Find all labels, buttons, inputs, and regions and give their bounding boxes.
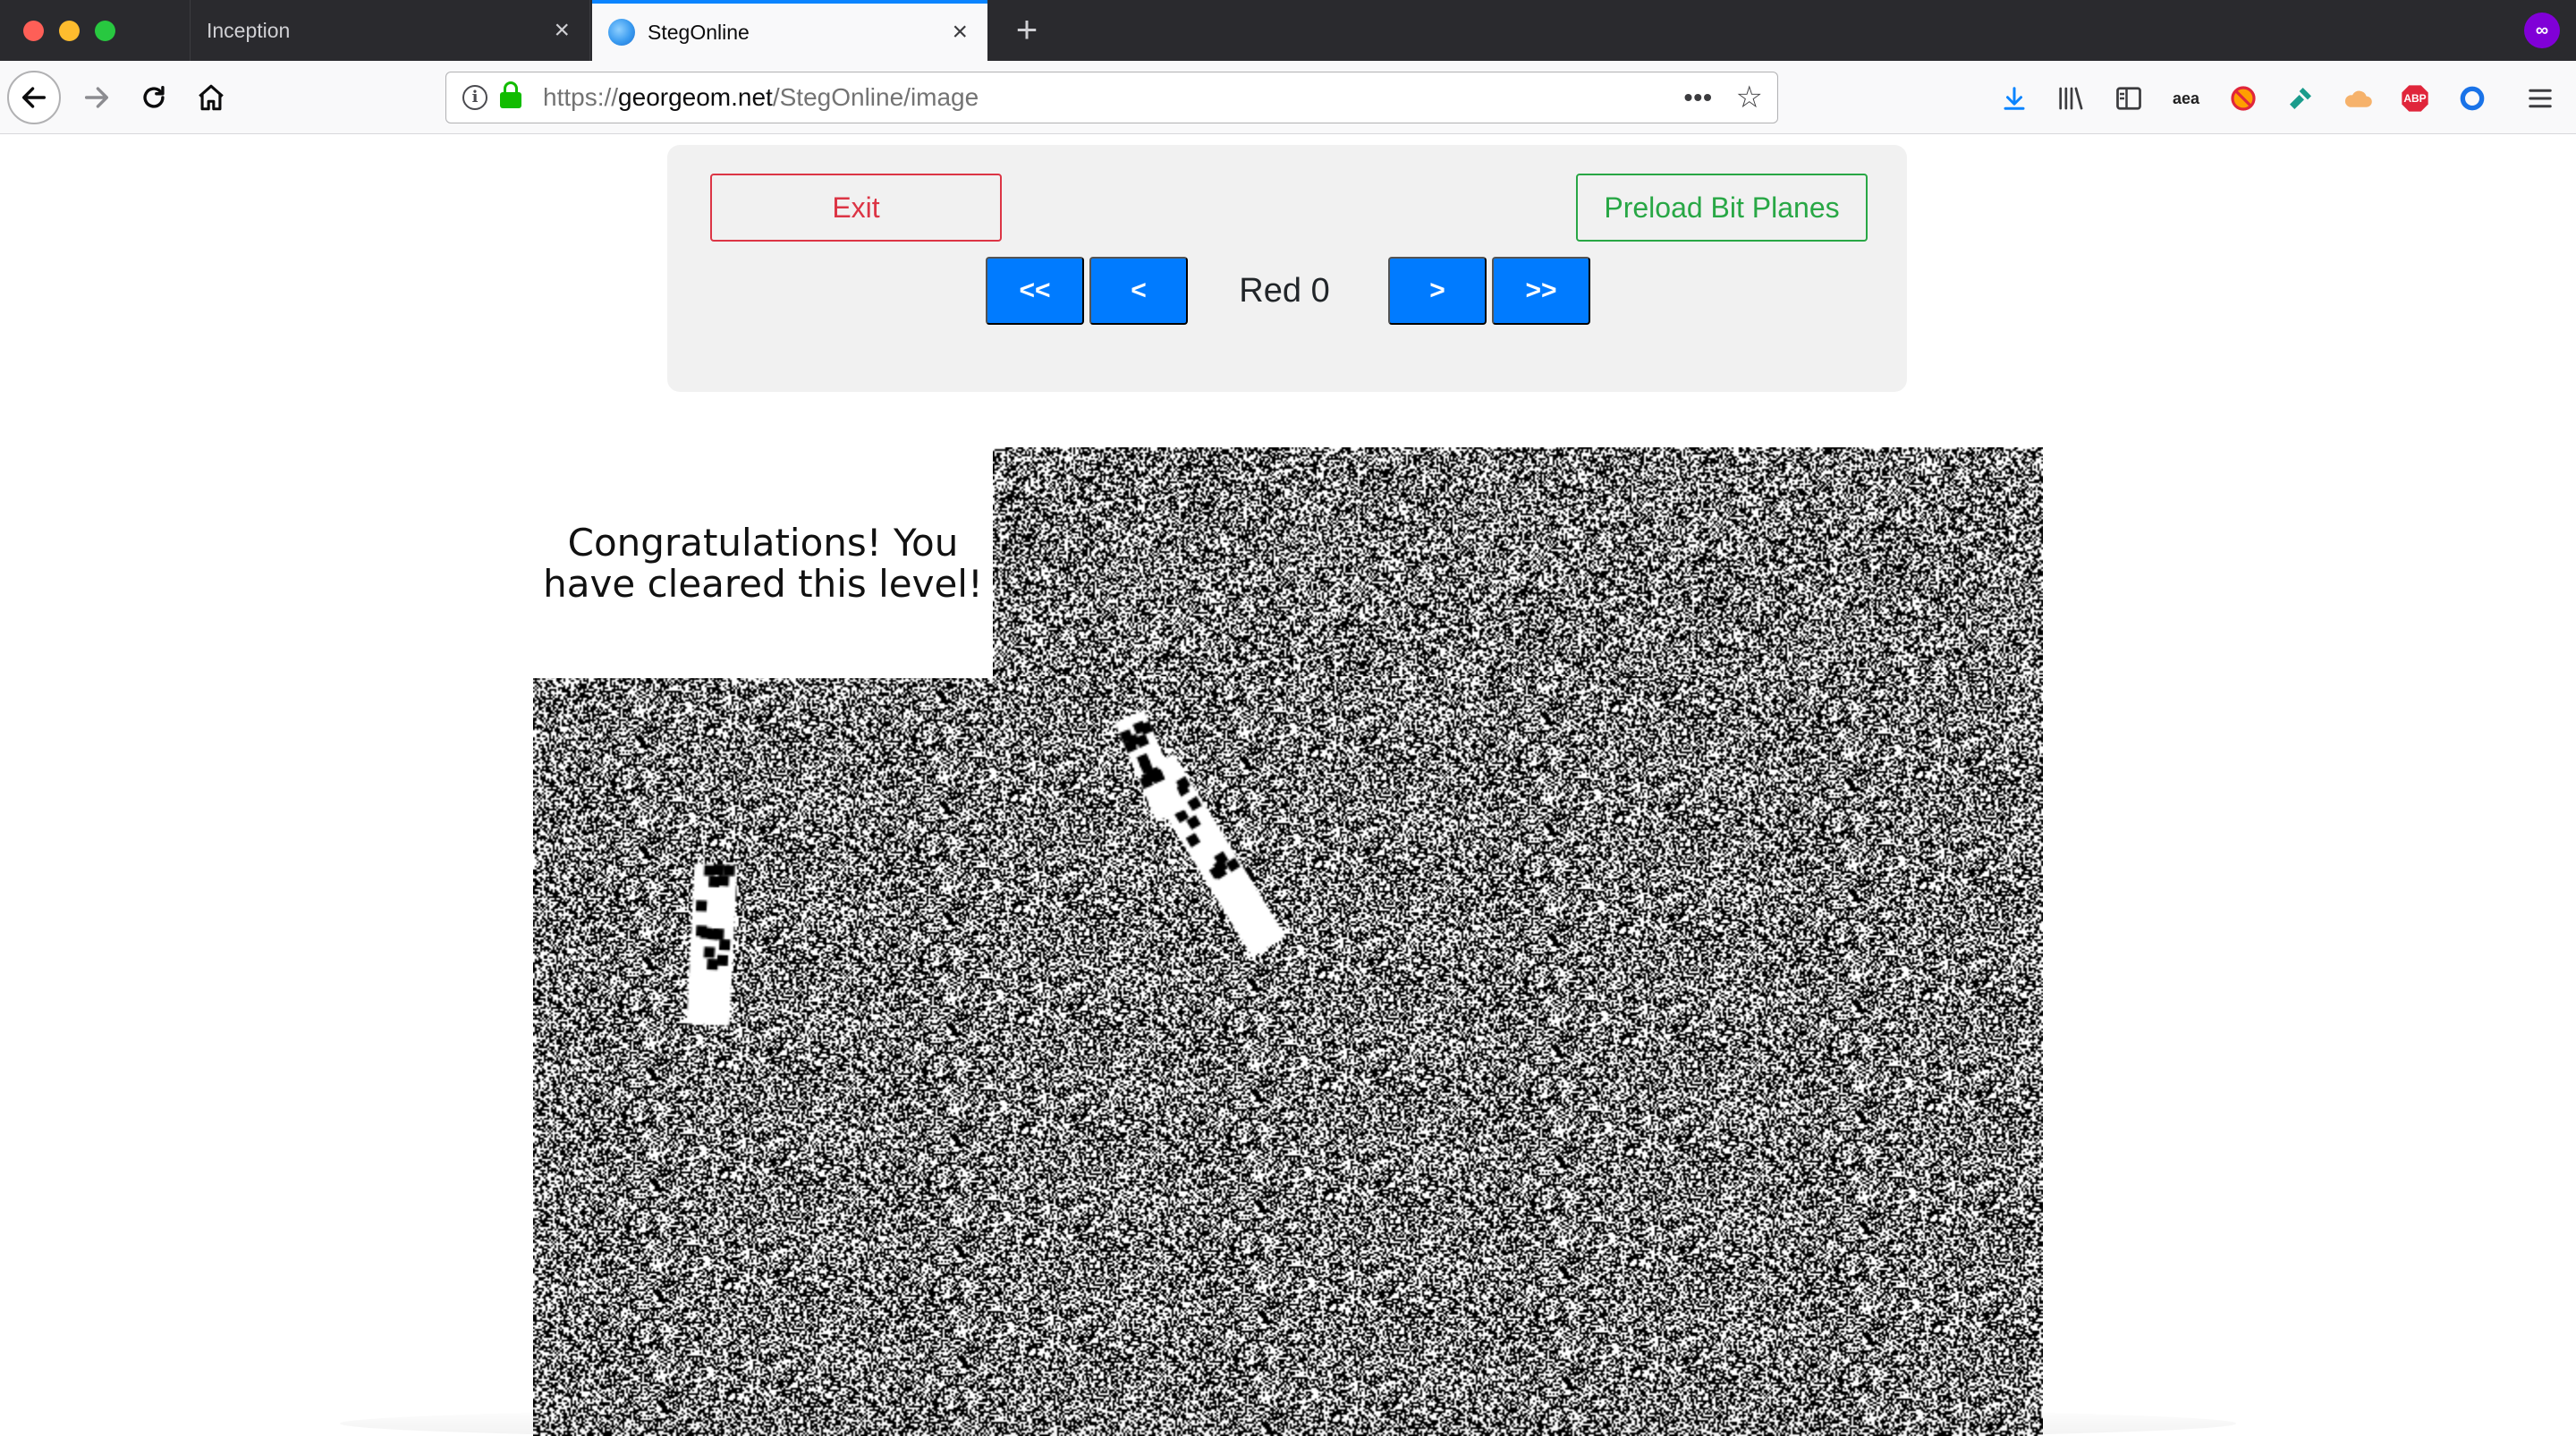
- zoom-window-button[interactable]: [95, 21, 115, 41]
- library-icon[interactable]: [2054, 81, 2089, 116]
- tab-inception[interactable]: Inception ×: [190, 0, 590, 61]
- control-panel: Exit Preload Bit Planes << < Red 0 > >>: [667, 145, 1907, 392]
- tab-title: Inception: [207, 18, 291, 42]
- hidden-message-line-2: have cleared this level!: [543, 562, 983, 606]
- hidden-message-area: Congratulations! You have cleared this l…: [533, 447, 993, 678]
- home-icon[interactable]: [184, 71, 238, 124]
- first-plane-button[interactable]: <<: [986, 257, 1084, 325]
- adblock-plus-icon[interactable]: ABP: [2397, 81, 2433, 116]
- bookmark-star-icon[interactable]: ☆: [1736, 80, 1763, 115]
- previous-plane-button[interactable]: <: [1089, 257, 1188, 325]
- sidebar-icon[interactable]: [2111, 81, 2147, 116]
- tab-stegonline[interactable]: StegOnline ×: [592, 0, 987, 61]
- url-text[interactable]: https://georgeom.net/StegOnline/image: [543, 83, 979, 112]
- exit-button[interactable]: Exit: [710, 174, 1002, 242]
- preload-bit-planes-button[interactable]: Preload Bit Planes: [1576, 174, 1868, 242]
- close-tab-icon[interactable]: ×: [952, 19, 968, 46]
- amazon-assistant-icon[interactable]: aea: [2168, 81, 2204, 116]
- downloads-icon[interactable]: [1996, 81, 2032, 116]
- bit-plane-noise-top: [993, 447, 2043, 680]
- page-actions-icon[interactable]: •••: [1684, 83, 1713, 112]
- current-plane-label: Red 0: [1239, 272, 1330, 310]
- ring-icon[interactable]: [2454, 81, 2490, 116]
- back-arrow-icon[interactable]: [7, 71, 61, 124]
- wrench-icon[interactable]: [2283, 81, 2318, 116]
- close-tab-icon[interactable]: ×: [554, 17, 570, 44]
- cloud-icon[interactable]: [2340, 81, 2376, 116]
- next-plane-button[interactable]: >: [1388, 257, 1487, 325]
- menu-icon[interactable]: [2522, 81, 2558, 116]
- reload-icon[interactable]: [127, 71, 181, 124]
- page-content: Exit Preload Bit Planes << < Red 0 > >> …: [0, 135, 2576, 1436]
- blocker-icon[interactable]: [2225, 81, 2261, 116]
- secure-lock-icon[interactable]: [500, 81, 521, 108]
- hidden-message: Congratulations! You have cleared this l…: [533, 523, 993, 605]
- forward-arrow-icon[interactable]: [70, 71, 123, 124]
- bit-plane-image: Congratulations! You have cleared this l…: [533, 447, 2043, 1436]
- last-plane-button[interactable]: >>: [1492, 257, 1590, 325]
- new-tab-icon[interactable]: +: [1005, 9, 1048, 52]
- adblock-label: ABP: [2403, 92, 2427, 105]
- page-shadow: [340, 1406, 2236, 1436]
- stegonline-favicon-icon: [608, 19, 635, 46]
- bit-plane-noise-bottom: [533, 676, 2043, 1436]
- private-browsing-icon: ∞: [2524, 13, 2560, 48]
- minimize-window-button[interactable]: [59, 21, 80, 41]
- url-bar[interactable]: i https://georgeom.net/StegOnline/image …: [445, 72, 1778, 123]
- site-info-icon[interactable]: i: [462, 85, 487, 110]
- close-window-button[interactable]: [23, 21, 44, 41]
- hidden-message-line-1: Congratulations! You: [567, 521, 959, 565]
- tab-title: StegOnline: [648, 20, 750, 44]
- tab-strip: Inception × StegOnline × + ∞: [0, 0, 2576, 61]
